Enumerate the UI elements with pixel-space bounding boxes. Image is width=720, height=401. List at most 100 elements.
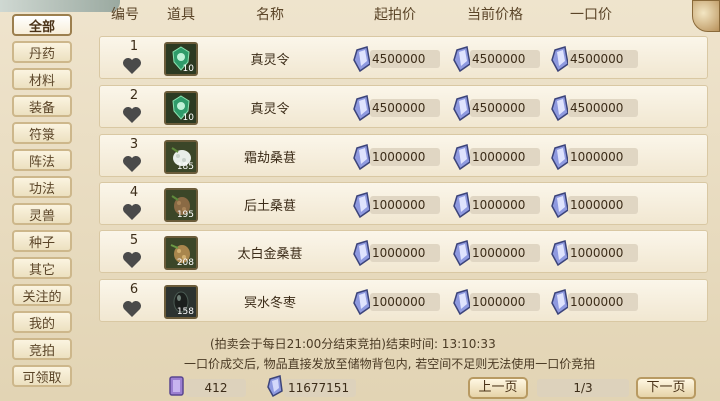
sidebar-item-13[interactable]: 可领取 bbox=[12, 365, 72, 387]
sidebar-item-12[interactable]: 竞拍 bbox=[12, 338, 72, 360]
white-mulberry-icon[interactable]: 185 bbox=[164, 140, 198, 174]
header-current-price: 当前价格 bbox=[467, 7, 523, 23]
item-count: 185 bbox=[176, 162, 194, 172]
heart-icon[interactable] bbox=[122, 251, 142, 269]
buyout-price-value: 1000000 bbox=[568, 293, 638, 311]
item-count: 10 bbox=[182, 64, 194, 74]
current-price: 4500000 bbox=[452, 46, 544, 72]
spirit-stone-icon bbox=[353, 240, 371, 266]
buyout-price-value: 1000000 bbox=[568, 148, 638, 166]
sidebar-item-10[interactable]: 关注的 bbox=[12, 284, 72, 306]
sidebar-item-6[interactable]: 功法 bbox=[12, 176, 72, 198]
start-price-value: 4500000 bbox=[370, 99, 440, 117]
heart-icon[interactable] bbox=[122, 106, 142, 124]
start-price: 1000000 bbox=[352, 192, 444, 218]
sidebar-item-1[interactable]: 丹药 bbox=[12, 41, 72, 63]
item-count: 195 bbox=[176, 210, 194, 220]
buyout-price-value: 1000000 bbox=[568, 244, 638, 262]
current-price: 1000000 bbox=[452, 289, 544, 315]
spirit-stone-icon bbox=[353, 46, 371, 72]
sidebar-item-3[interactable]: 装备 bbox=[12, 95, 72, 117]
item-count: 10 bbox=[182, 113, 194, 123]
spirit-stone-icon bbox=[353, 144, 371, 170]
sidebar-item-7[interactable]: 灵兽 bbox=[12, 203, 72, 225]
current-price-value: 1000000 bbox=[470, 196, 540, 214]
ticket-balance: 412 bbox=[186, 379, 246, 397]
sidebar-item-0[interactable]: 全部 bbox=[12, 14, 72, 36]
buyout-price: 1000000 bbox=[550, 144, 642, 170]
heart-icon[interactable] bbox=[122, 203, 142, 221]
row-index: 1 bbox=[129, 39, 139, 54]
spirit-stone-icon bbox=[453, 289, 471, 315]
next-page-button[interactable]: 下一页 bbox=[636, 377, 696, 399]
token-icon[interactable]: 10 bbox=[164, 91, 198, 125]
current-price: 1000000 bbox=[452, 192, 544, 218]
buyout-price-value: 1000000 bbox=[568, 196, 638, 214]
current-price: 4500000 bbox=[452, 95, 544, 121]
start-price-value: 1000000 bbox=[370, 196, 440, 214]
spirit-stone-icon bbox=[453, 144, 471, 170]
header-buyout-price: 一口价 bbox=[570, 7, 612, 23]
header-index: 编号 bbox=[111, 7, 139, 23]
category-sidebar: 全部丹药材料装备符箓阵法功法灵兽种子其它关注的我的竞拍可领取 bbox=[12, 14, 82, 392]
table-row[interactable]: 5 208 太白金桑葚 1000000 1000000 1000000 bbox=[99, 230, 708, 273]
dark-jujube-icon[interactable]: 158 bbox=[164, 285, 198, 319]
start-price-value: 1000000 bbox=[370, 244, 440, 262]
start-price: 4500000 bbox=[352, 95, 444, 121]
heart-icon[interactable] bbox=[122, 57, 142, 75]
table-row[interactable]: 6 158 冥水冬枣 1000000 1000000 1000000 bbox=[99, 279, 708, 322]
current-price-value: 4500000 bbox=[470, 99, 540, 117]
row-index: 3 bbox=[129, 137, 139, 152]
prev-page-button[interactable]: 上一页 bbox=[468, 377, 528, 399]
start-price-value: 4500000 bbox=[370, 50, 440, 68]
item-name: 冥水冬枣 bbox=[243, 296, 296, 311]
spirit-stone-icon bbox=[551, 240, 569, 266]
sidebar-item-8[interactable]: 种子 bbox=[12, 230, 72, 252]
page-indicator: 1/3 bbox=[537, 379, 629, 397]
table-row[interactable]: 4 195 后土桑葚 1000000 1000000 1000000 bbox=[99, 182, 708, 225]
auction-window: 全部 丹药 材料 装备 符箓 阵法 功法 灵兽 种子 其它 关注的 我的 竞拍 可领取 编号 道具 名称 … bbox=[0, 0, 720, 401]
sidebar-item-5[interactable]: 阵法 bbox=[12, 149, 72, 171]
current-price: 1000000 bbox=[452, 240, 544, 266]
table-row[interactable]: 1 10 真灵令 4500000 4500000 4500000 bbox=[99, 36, 708, 79]
start-price-value: 1000000 bbox=[370, 148, 440, 166]
buyout-notice: 一口价成交后, 物品直接发放至储物背包内, 若空间不足则无法使用一口价竞拍 bbox=[184, 357, 596, 371]
spirit-stone-icon bbox=[267, 375, 283, 397]
gold-mulberry-icon[interactable]: 208 bbox=[164, 236, 198, 270]
row-index: 5 bbox=[129, 233, 139, 248]
row-index: 4 bbox=[129, 185, 139, 200]
sidebar-item-4[interactable]: 符箓 bbox=[12, 122, 72, 144]
buyout-price-value: 4500000 bbox=[568, 50, 638, 68]
spirit-stone-icon bbox=[551, 289, 569, 315]
current-price-value: 4500000 bbox=[470, 50, 540, 68]
sidebar-item-11[interactable]: 我的 bbox=[12, 311, 72, 333]
current-price-value: 1000000 bbox=[470, 244, 540, 262]
close-button[interactable] bbox=[692, 0, 720, 32]
spirit-stone-icon bbox=[453, 240, 471, 266]
item-count: 208 bbox=[176, 258, 194, 268]
sidebar-item-2[interactable]: 材料 bbox=[12, 68, 72, 90]
table-row[interactable]: 2 10 真灵令 4500000 4500000 4500000 bbox=[99, 85, 708, 128]
spirit-stone-icon bbox=[551, 95, 569, 121]
spirit-stone-icon bbox=[453, 192, 471, 218]
header-start-price: 起拍价 bbox=[374, 7, 416, 23]
brown-mulberry-icon[interactable]: 195 bbox=[164, 188, 198, 222]
heart-icon[interactable] bbox=[122, 155, 142, 173]
spirit-stone-balance: 11677151 bbox=[284, 379, 356, 397]
table-row[interactable]: 3 185 霜劫桑葚 1000000 1000000 1000000 bbox=[99, 134, 708, 177]
row-index: 6 bbox=[129, 282, 139, 297]
start-price: 1000000 bbox=[352, 144, 444, 170]
buyout-price-value: 4500000 bbox=[568, 99, 638, 117]
spirit-stone-icon bbox=[353, 95, 371, 121]
sidebar-item-9[interactable]: 其它 bbox=[12, 257, 72, 279]
token-icon[interactable]: 10 bbox=[164, 42, 198, 76]
item-count: 158 bbox=[176, 307, 194, 317]
buyout-price: 1000000 bbox=[550, 192, 642, 218]
buyout-price: 1000000 bbox=[550, 240, 642, 266]
start-price: 1000000 bbox=[352, 289, 444, 315]
header-name: 名称 bbox=[256, 7, 284, 23]
spirit-stone-icon bbox=[453, 95, 471, 121]
current-price-value: 1000000 bbox=[470, 293, 540, 311]
item-name: 太白金桑葚 bbox=[237, 247, 303, 262]
heart-icon[interactable] bbox=[122, 300, 142, 318]
